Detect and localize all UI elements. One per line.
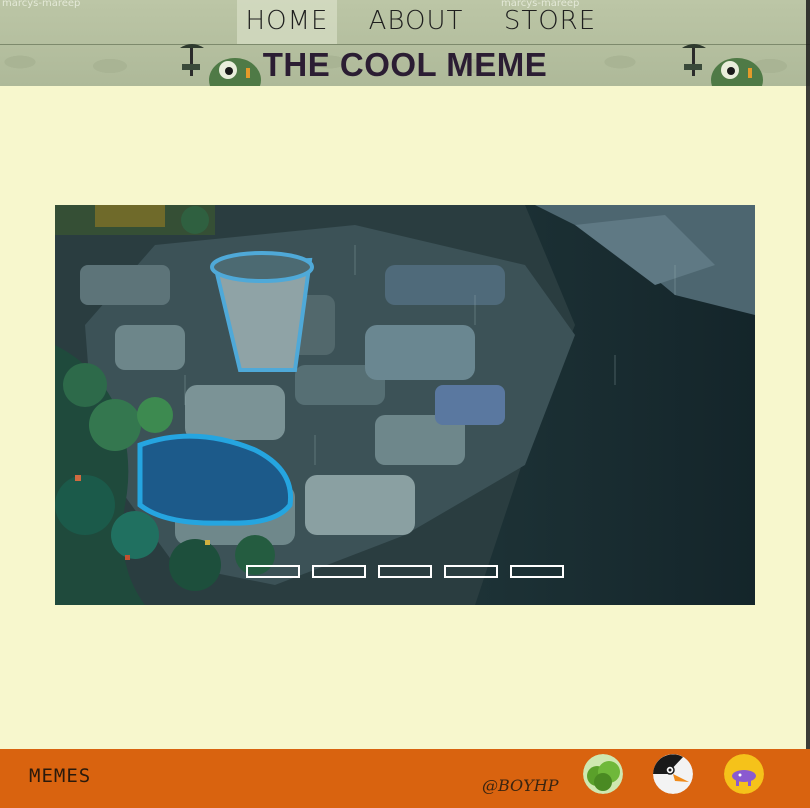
- footer-handle[interactable]: @BOYHP: [482, 776, 558, 795]
- site-footer: MEMES @BOYHP: [0, 749, 810, 808]
- footer-brand: MEMES: [29, 765, 92, 787]
- nav-home[interactable]: HOME: [237, 0, 337, 44]
- nav-about[interactable]: ABOUT: [362, 0, 470, 44]
- site-header: marcys-mareep marcys-mareep HOME ABOUT S…: [0, 0, 810, 86]
- purple-creature-avatar[interactable]: [724, 754, 764, 794]
- carousel-indicator-3[interactable]: [378, 565, 432, 578]
- carousel-indicator-2[interactable]: [312, 565, 366, 578]
- carousel-indicator-1[interactable]: [246, 565, 300, 578]
- carousel-indicator-4[interactable]: [444, 565, 498, 578]
- lettuce-avatar[interactable]: [583, 754, 623, 794]
- nav-store[interactable]: STORE: [500, 0, 600, 44]
- site-title: THE COOL MEME: [262, 46, 548, 83]
- purple-creature-icon: [724, 754, 764, 794]
- main-nav: HOME ABOUT STORE: [0, 0, 810, 44]
- rainy-pixel-garden-image: [55, 205, 755, 605]
- page-edge: [806, 0, 810, 808]
- lettuce-icon: [583, 754, 623, 794]
- penguin-icon: [653, 754, 693, 794]
- penguin-avatar[interactable]: [653, 754, 693, 794]
- carousel-indicator-5[interactable]: [510, 565, 564, 578]
- image-carousel[interactable]: [55, 205, 755, 605]
